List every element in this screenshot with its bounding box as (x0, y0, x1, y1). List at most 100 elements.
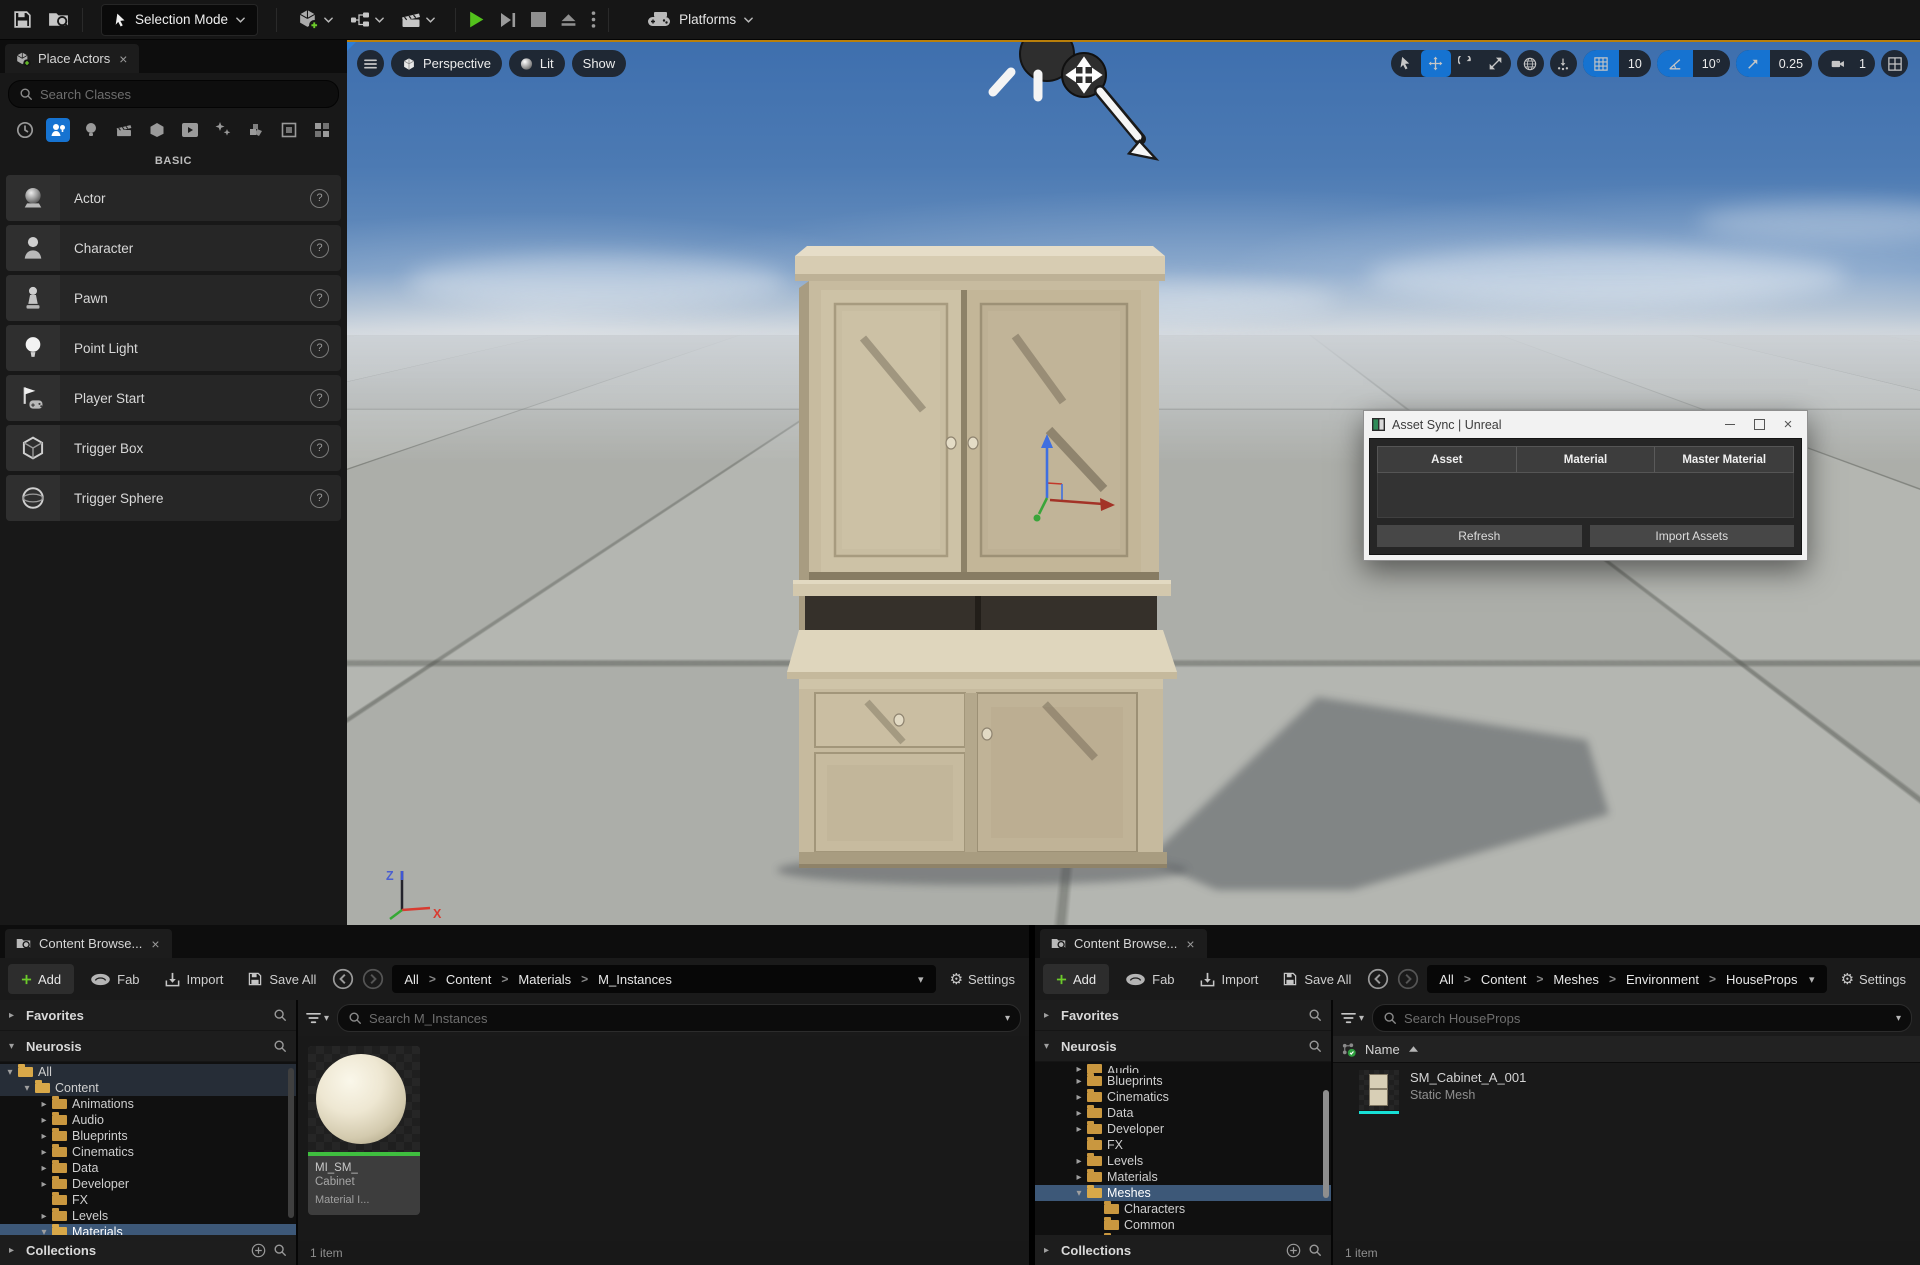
scale-snap-toggle[interactable] (1736, 50, 1770, 77)
show-dropdown[interactable]: Show (572, 50, 627, 77)
cinematics-dropdown[interactable] (400, 10, 435, 29)
place-actors-item-actor[interactable]: Actor? (6, 175, 341, 221)
breadcrumb-item[interactable]: Content (1481, 972, 1527, 987)
breadcrumb-item[interactable]: M_Instances (598, 972, 672, 987)
back-icon[interactable] (1367, 968, 1389, 990)
visual-effects-icon[interactable] (211, 118, 235, 142)
select-tool-button[interactable] (1391, 50, 1421, 77)
tree-item-materials[interactable]: ▾Materials (0, 1224, 296, 1235)
save-all-button[interactable]: Save All (1274, 964, 1359, 994)
viewport-layout-button[interactable] (1881, 50, 1908, 77)
place-actors-item-trigger-box[interactable]: Trigger Box? (6, 425, 341, 471)
move-tool-button[interactable] (1421, 50, 1451, 77)
breadcrumb-item[interactable]: Content (446, 972, 492, 987)
tree-expander-icon[interactable]: ▸ (38, 1131, 50, 1142)
tree-item-fx[interactable]: FX (1035, 1137, 1331, 1153)
maximize-icon[interactable] (1748, 416, 1770, 434)
tree-item-audio[interactable]: ▸Audio (1035, 1064, 1331, 1073)
recent-icon[interactable] (13, 118, 37, 142)
tree-expander-icon[interactable]: ▸ (38, 1211, 50, 1222)
breadcrumb-item[interactable]: Meshes (1553, 972, 1599, 987)
project-section[interactable]: ▾Neurosis (1035, 1031, 1331, 1061)
content-browser-icon[interactable] (47, 9, 70, 30)
settings-button[interactable]: ⚙ Settings (944, 970, 1021, 988)
close-icon[interactable]: × (149, 936, 161, 952)
import-assets-button[interactable]: Import Assets (1590, 525, 1795, 547)
place-actors-item-pawn[interactable]: Pawn? (6, 275, 341, 321)
breadcrumb-item[interactable]: Materials (518, 972, 571, 987)
tree-item-data[interactable]: ▸Data (1035, 1105, 1331, 1121)
refresh-button[interactable]: Refresh (1377, 525, 1582, 547)
viewport-menu-button[interactable] (357, 50, 384, 77)
scale-tool-button[interactable] (1481, 50, 1511, 77)
revision-control-icon[interactable] (1341, 1042, 1356, 1057)
camera-speed-value[interactable]: 1 (1850, 50, 1875, 77)
place-actors-item-player-start[interactable]: Player Start? (6, 375, 341, 421)
tab-place-actors[interactable]: Place Actors × (5, 44, 139, 73)
place-actors-item-character[interactable]: Character? (6, 225, 341, 271)
tree-item-cinematics[interactable]: ▸Cinematics (1035, 1089, 1331, 1105)
close-icon[interactable]: × (1777, 416, 1799, 434)
search-assets-input[interactable]: Search M_Instances ▾ (337, 1004, 1021, 1032)
import-button[interactable]: Import (156, 964, 232, 994)
name-column-header[interactable]: Name (1365, 1042, 1400, 1057)
add-collection-icon[interactable] (1286, 1243, 1301, 1258)
filter-button[interactable]: ▾ (1341, 1012, 1364, 1024)
breadcrumb-item[interactable]: HouseProps (1726, 972, 1798, 987)
tree-item-blueprints[interactable]: ▸Blueprints (0, 1128, 296, 1144)
asset-tile-material-instance[interactable]: MI_SM_ Cabinet Material I... (308, 1046, 420, 1215)
lights-icon[interactable] (79, 118, 103, 142)
cinematic-icon[interactable] (112, 118, 136, 142)
all-classes-icon[interactable] (310, 118, 334, 142)
rotation-snap-toggle[interactable] (1657, 50, 1693, 77)
breadcrumb-item[interactable]: Environment (1626, 972, 1699, 987)
save-icon[interactable] (12, 9, 33, 30)
volumes-icon[interactable] (277, 118, 301, 142)
tree-item-enemies[interactable]: Enemies (1035, 1233, 1331, 1235)
geometry-icon[interactable] (244, 118, 268, 142)
tree-expander-icon[interactable]: ▸ (1073, 1124, 1085, 1135)
tree-item-levels[interactable]: ▸Levels (0, 1208, 296, 1224)
fab-button[interactable]: Fab (82, 964, 147, 994)
add-button[interactable]: Add (1043, 964, 1109, 994)
viewport-3d[interactable]: Z X Perspective Lit Show (347, 40, 1920, 925)
eject-icon[interactable] (560, 12, 577, 27)
tree-item-developer[interactable]: ▸Developer (1035, 1121, 1331, 1137)
tree-expander-icon[interactable]: ▸ (1073, 1156, 1085, 1167)
frame-skip-icon[interactable] (499, 11, 517, 29)
close-icon[interactable]: × (117, 51, 129, 67)
tree-expander-icon[interactable]: ▾ (38, 1227, 50, 1236)
tree-item-cinematics[interactable]: ▸Cinematics (0, 1144, 296, 1160)
search-assets-input[interactable]: Search HouseProps ▾ (1372, 1004, 1912, 1032)
tab-content-browser[interactable]: Content Browse... × (5, 929, 172, 958)
camera-speed-button[interactable] (1818, 50, 1850, 77)
favorites-section[interactable]: ▸Favorites (1035, 1000, 1331, 1030)
forward-icon[interactable] (362, 968, 384, 990)
tree-expander-icon[interactable]: ▸ (38, 1099, 50, 1110)
back-icon[interactable] (332, 968, 354, 990)
world-local-toggle[interactable] (1517, 50, 1544, 77)
tree-expander-icon[interactable]: ▸ (38, 1163, 50, 1174)
forward-icon[interactable] (1397, 968, 1419, 990)
media-icon[interactable] (178, 118, 202, 142)
shapes-icon[interactable] (145, 118, 169, 142)
search-icon[interactable] (273, 1008, 287, 1022)
collections-section[interactable]: ▸Collections (1035, 1235, 1331, 1265)
chevron-down-icon[interactable]: ▾ (1005, 1013, 1010, 1024)
tab-content-browser[interactable]: Content Browse... × (1040, 929, 1207, 958)
breadcrumb-item[interactable]: All (404, 972, 418, 987)
surface-snapping-button[interactable] (1550, 50, 1577, 77)
breadcrumb-item[interactable]: All (1439, 972, 1453, 987)
tree-expander-icon[interactable]: ▸ (1073, 1076, 1085, 1087)
tree-expander-icon[interactable]: ▸ (1073, 1108, 1085, 1119)
tree-item-common[interactable]: Common (1035, 1217, 1331, 1233)
search-icon[interactable] (273, 1039, 287, 1053)
tree-item-developer[interactable]: ▸Developer (0, 1176, 296, 1192)
search-icon[interactable] (1308, 1243, 1322, 1257)
import-button[interactable]: Import (1191, 964, 1267, 994)
chevron-down-icon[interactable]: ▾ (1809, 973, 1815, 986)
place-actors-item-point-light[interactable]: Point Light? (6, 325, 341, 371)
play-icon[interactable] (468, 10, 485, 29)
rotation-snap-value[interactable]: 10° (1693, 50, 1730, 77)
basic-icon[interactable] (46, 118, 70, 142)
